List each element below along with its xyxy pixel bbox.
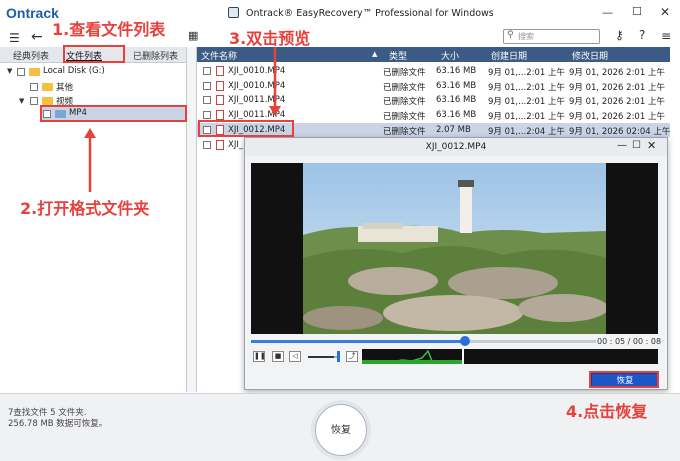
help-icon[interactable]: ? <box>639 28 645 42</box>
tree-item-other[interactable]: 其他 <box>56 81 73 93</box>
popout-icon[interactable]: ⤴ <box>346 351 358 362</box>
table-row[interactable]: XJI_0010.MP4 已删除文件 63.16 MB 9月 01,...2:01 上… <box>197 64 670 78</box>
progress-fill <box>251 340 465 343</box>
table-row[interactable]: XJI_0010.MP4 已删除文件 63.16 MB 9月 01,...2:01 上… <box>197 79 670 93</box>
pause-icon[interactable]: ❚❚ <box>253 351 266 362</box>
cell-created: 9月 01,...2:01 上午 <box>488 97 566 108</box>
annotation-box-mp4 <box>40 105 187 122</box>
video-player[interactable] <box>251 163 658 334</box>
cell-modified: 9月 01, 2026 02:04 上午 <box>569 126 671 137</box>
table-row[interactable]: XJI_0011.MP4 已删除文件 63.16 MB 9月 01,...2:01 上… <box>197 93 670 107</box>
cell-type: 已删除文件 <box>383 126 426 137</box>
volume-knob[interactable] <box>337 351 340 362</box>
progress-knob[interactable] <box>459 336 470 346</box>
cell-modified: 9月 01, 2026 2:01 上午 <box>569 97 665 108</box>
view-grid-icon[interactable]: ▦ <box>188 29 198 42</box>
cell-name: XJI_0011.MP4 <box>228 95 286 106</box>
audio-waveform <box>362 349 658 364</box>
close-icon[interactable]: ✕ <box>660 5 670 19</box>
stop-icon[interactable]: ■ <box>272 351 284 362</box>
restore-button[interactable]: 恢复 <box>315 404 367 456</box>
cell-name: XJI_0011.MP4 <box>228 110 286 121</box>
video-progress-bar[interactable] <box>251 340 596 343</box>
cell-name: XJI_ <box>228 139 244 150</box>
annotation-box-file-list <box>63 45 125 63</box>
cell-type: 已删除文件 <box>383 82 426 93</box>
video-frame-image <box>303 163 606 334</box>
column-header-size[interactable]: 大小 <box>441 49 459 62</box>
preview-title: XJI_0012.MP4 <box>245 138 667 156</box>
cell-size: 63.16 MB <box>436 110 477 121</box>
window-title: Ontrack® EasyRecovery™ Professional for … <box>246 8 494 19</box>
video-file-icon <box>216 139 224 150</box>
cell-size: 63.16 MB <box>436 95 477 106</box>
annotation-step-4: 4.点击恢复 <box>566 402 648 421</box>
row-checkbox[interactable] <box>203 81 211 90</box>
video-file-icon <box>216 66 224 76</box>
close-icon[interactable]: ✕ <box>647 139 656 152</box>
hamburger-menu-icon[interactable]: ☰ <box>9 31 20 45</box>
cell-type: 已删除文件 <box>383 68 426 78</box>
cell-created: 9月 01,...2:01 上午 <box>488 82 566 93</box>
cell-size: 63.16 MB <box>436 66 477 76</box>
cell-size: 63.16 MB <box>436 80 477 91</box>
cell-type: 已删除文件 <box>383 97 426 108</box>
cell-size: 2.07 MB <box>436 124 471 135</box>
video-file-icon <box>216 80 224 91</box>
annotation-box-restore <box>589 371 659 388</box>
column-header-modified[interactable]: 修改日期 <box>572 49 608 62</box>
ontrack-logo: Ontrack <box>6 5 59 21</box>
back-arrow-icon[interactable]: ← <box>31 29 43 45</box>
tab-classic-list[interactable]: 经典列表 <box>13 49 49 62</box>
tree-checkbox[interactable] <box>17 68 25 76</box>
status-recoverable-size: 256.78 MB 数据可恢复。 <box>8 419 108 429</box>
cell-type: 已删除文件 <box>383 112 426 123</box>
cell-modified: 9月 01, 2026 2:01 上午 <box>569 82 665 93</box>
cell-modified: 9月 01, 2026 2:01 上午 <box>569 68 665 78</box>
video-file-icon <box>216 110 224 121</box>
cell-name: XJI_0010.MP4 <box>228 66 286 76</box>
tree-item-local-disk[interactable]: Local Disk (G:) <box>43 66 105 76</box>
time-readout: 00 : 05 / 00 : 08 <box>597 337 662 346</box>
column-header-type[interactable]: 类型 <box>389 49 407 62</box>
row-checkbox[interactable] <box>203 67 211 75</box>
folder-icon <box>42 83 53 91</box>
tree-checkbox[interactable] <box>30 83 38 91</box>
table-header: 文件名称 ▲ 类型 大小 创建日期 修改日期 <box>197 47 670 62</box>
row-checkbox[interactable] <box>203 140 211 149</box>
cell-created: 9月 01,...2:01 上午 <box>488 68 566 78</box>
cell-modified: 9月 01, 2026 2:01 上午 <box>569 112 665 123</box>
app-icon <box>228 7 239 18</box>
annotation-step-1: 1.查看文件列表 <box>52 20 166 39</box>
row-checkbox[interactable] <box>203 96 211 105</box>
key-icon[interactable]: ⚷ <box>615 28 624 42</box>
settings-menu-icon[interactable]: ≡ <box>661 29 671 43</box>
column-header-created[interactable]: 创建日期 <box>491 49 527 62</box>
volume-fill <box>308 356 334 358</box>
tab-deleted-list[interactable]: 已删除列表 <box>133 49 178 62</box>
tree-checkbox[interactable] <box>30 97 38 105</box>
minimize-icon[interactable]: — <box>602 6 613 19</box>
minimize-icon[interactable]: — <box>617 140 627 151</box>
annotation-box-file-row <box>198 120 294 137</box>
volume-icon[interactable]: ◁ <box>289 351 301 362</box>
search-input[interactable]: 搜索 <box>503 29 600 44</box>
annotation-step-2: 2.打开格式文件夹 <box>20 199 150 218</box>
video-file-icon <box>216 95 224 106</box>
maximize-icon[interactable]: ☐ <box>632 140 641 151</box>
maximize-icon[interactable]: ☐ <box>632 5 642 18</box>
preview-window: XJI_0012.MP4 — ☐ ✕ 00 : 05 / 00 : 08 ❚❚ … <box>244 137 668 390</box>
folder-icon <box>29 68 40 76</box>
cell-created: 9月 01,...2:01 上午 <box>488 112 566 123</box>
cell-name: XJI_0010.MP4 <box>228 80 286 91</box>
collapse-arrow-icon[interactable]: ▼ <box>19 97 24 105</box>
panel-splitter[interactable] <box>186 47 197 392</box>
sort-arrow-icon[interactable]: ▲ <box>372 50 377 58</box>
cell-created: 9月 01,...2:04 上午 <box>488 126 566 137</box>
column-header-name[interactable]: 文件名称 <box>201 49 237 62</box>
folder-icon <box>42 97 53 105</box>
row-checkbox[interactable] <box>203 111 211 120</box>
collapse-arrow-icon[interactable]: ▼ <box>7 67 12 75</box>
annotation-step-3: 3.双击预览 <box>229 29 311 48</box>
